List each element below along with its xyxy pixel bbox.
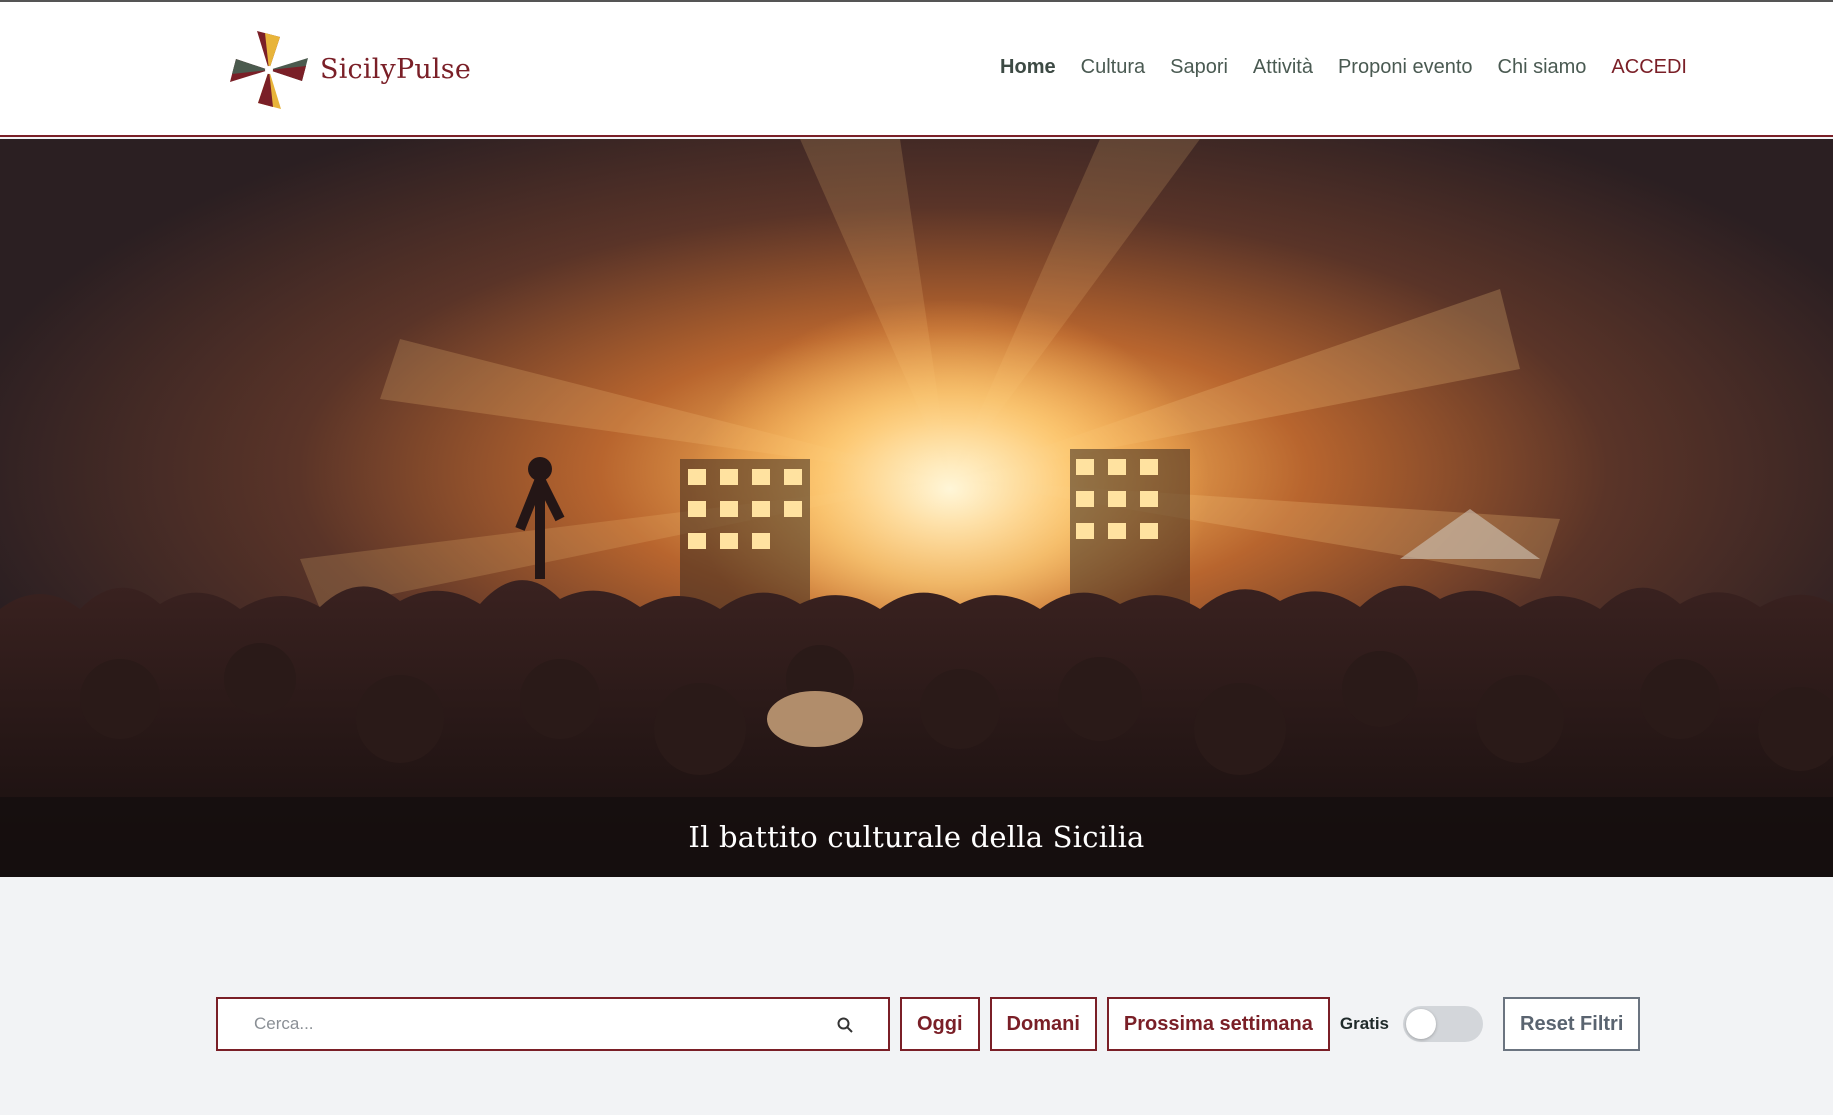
nav-cultura[interactable]: Cultura bbox=[1081, 56, 1145, 79]
logo-mark-icon bbox=[230, 30, 308, 109]
filter-oggi-button[interactable]: Oggi bbox=[900, 997, 980, 1051]
nav-accedi[interactable]: ACCEDI bbox=[1611, 56, 1687, 79]
nav-attivita[interactable]: Attività bbox=[1253, 56, 1313, 79]
hero-caption: Il battito culturale della Sicilia bbox=[0, 797, 1833, 877]
gratis-toggle[interactable] bbox=[1403, 1006, 1484, 1042]
search-box bbox=[216, 997, 890, 1051]
hero-banner: Il battito culturale della Sicilia bbox=[0, 139, 1833, 877]
toggle-knob bbox=[1406, 1009, 1437, 1039]
gratis-label: Gratis bbox=[1339, 1014, 1390, 1033]
concert-hero-image bbox=[0, 139, 1833, 877]
reset-filters-button[interactable]: Reset Filtri bbox=[1503, 997, 1641, 1051]
logo[interactable]: SicilyPulse bbox=[222, 22, 471, 117]
nav-sapori[interactable]: Sapori bbox=[1170, 56, 1228, 79]
search-input[interactable] bbox=[218, 999, 818, 1049]
nav-chi-siamo[interactable]: Chi siamo bbox=[1498, 56, 1587, 79]
main-nav: Home Cultura Sapori Attività Proponi eve… bbox=[975, 56, 1687, 79]
nav-proponi-evento[interactable]: Proponi evento bbox=[1338, 56, 1473, 79]
search-icon[interactable] bbox=[836, 1016, 854, 1034]
brand-name: SicilyPulse bbox=[320, 54, 472, 85]
filter-domani-button[interactable]: Domani bbox=[989, 997, 1097, 1051]
hero-title: Il battito culturale della Sicilia bbox=[688, 820, 1145, 854]
nav-home[interactable]: Home bbox=[1000, 56, 1056, 79]
filter-prossima-settimana-button[interactable]: Prossima settimana bbox=[1106, 997, 1330, 1051]
filter-bar: Oggi Domani Prossima settimana Gratis Re… bbox=[216, 997, 1641, 1051]
site-header: SicilyPulse Home Cultura Sapori Attività… bbox=[0, 2, 1833, 137]
